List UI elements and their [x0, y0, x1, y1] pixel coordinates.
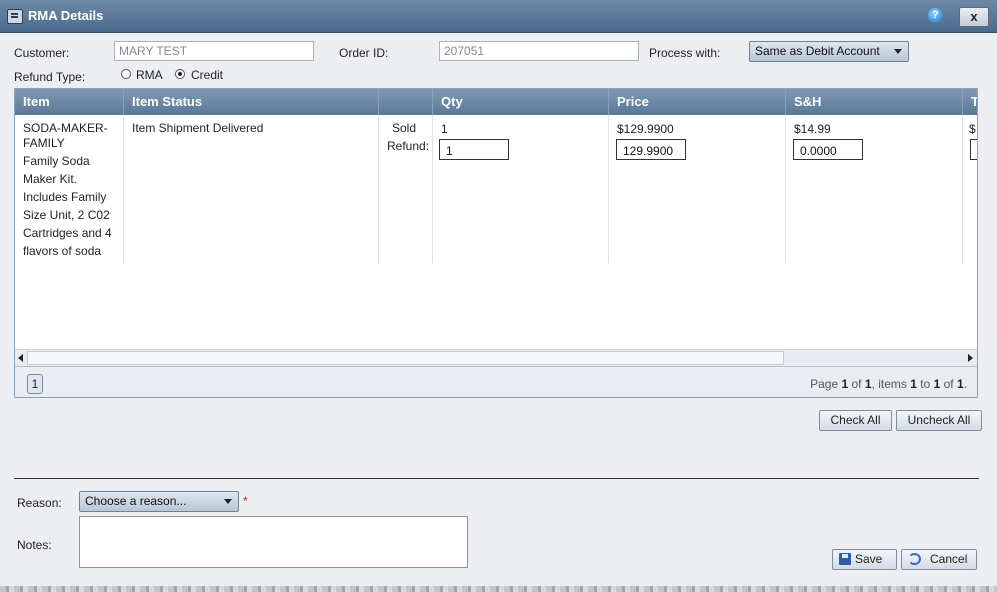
- save-button[interactable]: Save: [832, 549, 897, 570]
- cell-qty: 1 1: [433, 115, 609, 263]
- customer-field[interactable]: MARY TEST: [114, 41, 314, 61]
- cell-t: $: [963, 115, 977, 263]
- scroll-left-icon[interactable]: [18, 354, 23, 362]
- item-line: Includes Family: [23, 190, 107, 204]
- column-header-item-status[interactable]: Item Status: [124, 89, 379, 115]
- reason-select-value: Choose a reason...: [85, 494, 187, 508]
- process-with-label: Process with:: [649, 46, 721, 60]
- divider: [14, 478, 979, 479]
- pager-info: Page 1 of 1, items 1 to 1 of 1.: [810, 377, 967, 391]
- rma-items-grid: Item Item Status Qty Price S&H T SODA-MA…: [14, 88, 978, 398]
- window-icon: [7, 9, 23, 24]
- notes-textarea[interactable]: [79, 516, 468, 568]
- pager-from: 1: [910, 377, 917, 391]
- reason-select[interactable]: Choose a reason...: [79, 491, 239, 512]
- save-icon: [839, 553, 851, 565]
- pager-text: Page: [810, 377, 842, 391]
- item-line: Maker Kit.: [23, 172, 78, 186]
- item-status-text: Item Shipment Delivered: [132, 121, 264, 135]
- customer-label: Customer:: [14, 46, 70, 60]
- qty-sold: 1: [441, 122, 448, 136]
- uncheck-all-button[interactable]: Uncheck All: [896, 410, 982, 431]
- item-line: flavors of soda: [23, 244, 102, 258]
- price-sold: $129.9900: [617, 122, 674, 136]
- help-icon[interactable]: ?: [928, 8, 943, 23]
- item-line: Size Unit, 2 C02: [23, 208, 110, 222]
- cell-price: $129.9900 129.9900: [609, 115, 786, 263]
- item-line: Family Soda: [23, 154, 90, 168]
- order-id-field[interactable]: 207051: [439, 41, 639, 61]
- sh-refund-input[interactable]: 0.0000: [793, 139, 863, 160]
- cell-sh: $14.99 0.0000: [786, 115, 963, 263]
- page-button-1[interactable]: 1: [27, 374, 43, 394]
- column-header-qty[interactable]: Qty: [433, 89, 609, 115]
- refund-rma-radio[interactable]: [121, 69, 131, 79]
- required-marker: *: [243, 494, 248, 508]
- refund-credit-radio[interactable]: [175, 69, 185, 79]
- refund-rma-label: RMA: [136, 68, 163, 82]
- check-all-button[interactable]: Check All: [819, 410, 892, 431]
- pager-text: of: [940, 377, 957, 391]
- cancel-icon: [908, 553, 921, 565]
- pager-total-pages: 1: [864, 377, 872, 391]
- price-refund-input[interactable]: 129.9900: [616, 139, 686, 160]
- column-header-price[interactable]: Price: [609, 89, 786, 115]
- title-bar: RMA Details ? x: [0, 0, 997, 33]
- order-id-label: Order ID:: [339, 46, 389, 60]
- qty-refund-input[interactable]: 1: [439, 139, 509, 160]
- item-line: Cartridges and 4: [23, 226, 112, 240]
- window-title: RMA Details: [28, 8, 104, 23]
- refund-label: Refund:: [387, 139, 430, 153]
- chevron-down-icon: [224, 499, 232, 504]
- column-header-item[interactable]: Item: [15, 89, 124, 115]
- column-header-blank: [379, 89, 433, 115]
- scroll-thumb[interactable]: [27, 351, 784, 365]
- pager-text: , items: [871, 377, 911, 391]
- sh-sold: $14.99: [794, 122, 831, 136]
- process-with-select[interactable]: Same as Debit Account: [749, 41, 909, 62]
- cancel-button[interactable]: Cancel: [901, 549, 977, 570]
- refund-type-label: Refund Type:: [14, 70, 86, 84]
- cell-item: SODA-MAKER- FAMILY Family Soda Maker Kit…: [15, 115, 124, 263]
- cell-labels: Sold Refund:: [379, 115, 433, 263]
- t-sold: $: [969, 122, 976, 136]
- pager-text: to: [916, 377, 934, 391]
- refund-credit-label: Credit: [191, 68, 224, 82]
- reason-label: Reason:: [17, 496, 62, 510]
- chevron-down-icon: [894, 49, 902, 54]
- background-strip: [0, 586, 997, 592]
- horizontal-scrollbar[interactable]: [15, 349, 977, 366]
- process-with-value: Same as Debit Account: [755, 44, 880, 58]
- notes-label: Notes:: [17, 538, 52, 552]
- grid-pager: 1 Page 1 of 1, items 1 to 1 of 1.: [15, 366, 977, 397]
- sold-label: Sold: [391, 121, 416, 135]
- cell-item-status: Item Shipment Delivered: [124, 115, 379, 263]
- scroll-right-icon[interactable]: [968, 354, 973, 362]
- t-refund-input[interactable]: [970, 139, 977, 160]
- close-button[interactable]: x: [959, 7, 989, 27]
- grid-header: Item Item Status Qty Price S&H T: [15, 89, 977, 115]
- pager-text: .: [963, 377, 967, 391]
- column-header-t[interactable]: T: [963, 89, 977, 115]
- column-header-sh[interactable]: S&H: [786, 89, 963, 115]
- pager-total-items: 1: [956, 377, 964, 391]
- cancel-label: Cancel: [930, 552, 968, 566]
- pager-text: of: [848, 377, 865, 391]
- save-label: Save: [855, 552, 883, 566]
